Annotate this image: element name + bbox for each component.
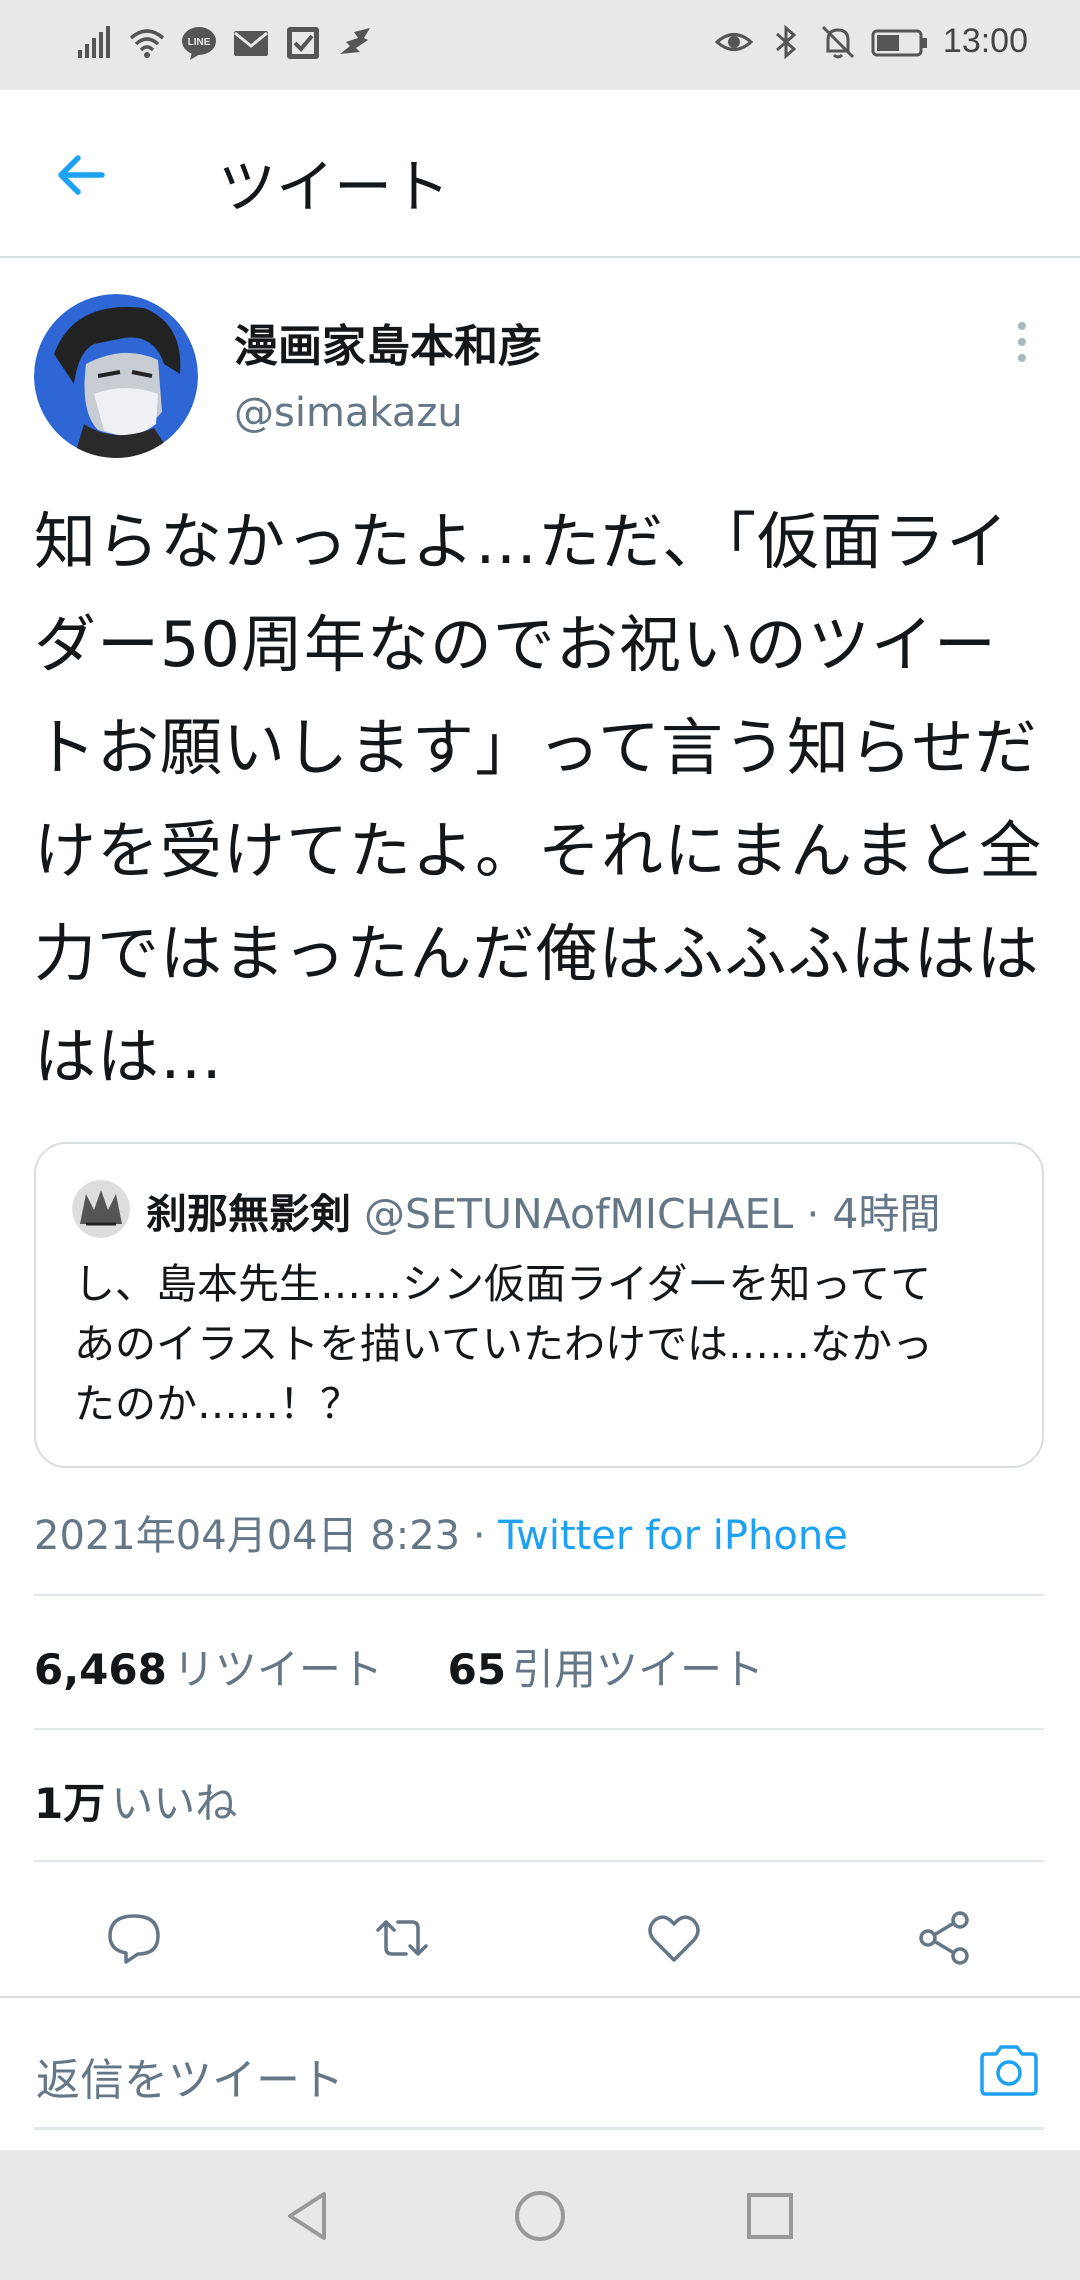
page-title: ツイート xyxy=(218,153,451,221)
camera-icon[interactable] xyxy=(978,2042,1040,2098)
quoted-tweet-header: 刹那無影剣 @SETUNAofMICHAEL · 4時間 xyxy=(146,1180,941,1240)
signal-icon xyxy=(78,26,110,58)
quoted-avatar-image xyxy=(72,1180,130,1238)
more-options-icon[interactable] xyxy=(1010,320,1034,364)
retweets-count: 6,468 xyxy=(34,1645,167,1694)
system-navigation-bar xyxy=(0,2150,1080,2280)
battery-icon xyxy=(871,29,927,56)
reply-placeholder: 返信をツイート xyxy=(36,2055,344,2106)
bird-app-icon xyxy=(340,28,370,54)
status-bar-left: LINE xyxy=(76,24,374,62)
app-bar: ツイート xyxy=(0,90,1080,258)
tweet-action-bar xyxy=(0,1870,1080,1998)
divider xyxy=(34,1728,1044,1730)
engagement-stats: 6,468 リツイート 65 引用ツイート xyxy=(34,1636,764,1697)
status-bar: LINE 13:00 xyxy=(0,0,1080,90)
divider xyxy=(34,1860,1044,1862)
bluetooth-icon xyxy=(775,24,797,59)
author-name[interactable]: 漫画家島本和彦 xyxy=(234,310,542,374)
author-handle[interactable]: @simakazu xyxy=(234,390,463,436)
reply-input[interactable]: 返信をツイート xyxy=(34,2000,1044,2130)
likes-count: 1万 xyxy=(34,1779,106,1828)
nav-recents-icon[interactable] xyxy=(742,2188,798,2244)
quoted-separator: · xyxy=(806,1190,820,1238)
quoted-author-avatar xyxy=(72,1180,130,1238)
quoted-author-name: 刹那無影剣 xyxy=(146,1190,351,1238)
likes-label: いいね xyxy=(111,1779,238,1828)
check-app-icon xyxy=(287,27,319,59)
author-avatar[interactable] xyxy=(34,294,198,458)
back-arrow-icon[interactable] xyxy=(50,144,112,206)
author-avatar-image xyxy=(34,294,198,458)
eye-icon xyxy=(714,32,753,51)
quoted-tweet-card[interactable]: 刹那無影剣 @SETUNAofMICHAEL · 4時間 し、島本先生……シン仮… xyxy=(34,1142,1044,1468)
quoted-time-ago: 4時間 xyxy=(832,1190,941,1238)
quote-tweets-label: 引用ツイート xyxy=(512,1645,765,1694)
line-app-icon: LINE xyxy=(182,27,216,60)
retweet-icon[interactable] xyxy=(372,1908,432,1968)
svg-text:LINE: LINE xyxy=(188,37,211,48)
mute-bell-icon xyxy=(821,25,854,58)
wifi-icon xyxy=(129,29,165,58)
status-bar-right: 13:00 xyxy=(714,22,1028,61)
meta-separator: · xyxy=(472,1513,486,1559)
like-heart-icon[interactable] xyxy=(644,1908,704,1968)
status-time: 13:00 xyxy=(942,22,1028,60)
tweet-text: 知らなかったよ…ただ、「仮面ライダー50周年なのでお祝いのツイートお願いします」… xyxy=(34,505,1043,1093)
quoted-tweet-text: し、島本先生……シン仮面ライダーを知ってて あのイラストを描いていたわけでは……… xyxy=(74,1260,933,1428)
quote-tweets-count: 65 xyxy=(447,1645,507,1694)
mail-icon xyxy=(234,31,268,56)
reply-icon[interactable] xyxy=(104,1908,164,1968)
tweet-source-link[interactable]: Twitter for iPhone xyxy=(498,1513,848,1559)
share-icon[interactable] xyxy=(914,1908,974,1968)
quoted-author-handle: @SETUNAofMICHAEL xyxy=(364,1190,794,1238)
tweet-date: 2021年04月04日 8:23 xyxy=(34,1513,461,1559)
likes-stat[interactable]: 1万 いいね xyxy=(34,1770,237,1831)
tweet-meta: 2021年04月04日 8:23 · Twitter for iPhone xyxy=(34,1503,848,1561)
retweets-label: リツイート xyxy=(172,1645,383,1694)
nav-home-icon[interactable] xyxy=(512,2188,568,2244)
divider xyxy=(34,1594,1044,1596)
nav-back-icon[interactable] xyxy=(280,2188,336,2244)
quote-tweets-stat[interactable]: 65 引用ツイート xyxy=(448,1645,764,1694)
retweets-stat[interactable]: 6,468 リツイート xyxy=(34,1645,396,1694)
